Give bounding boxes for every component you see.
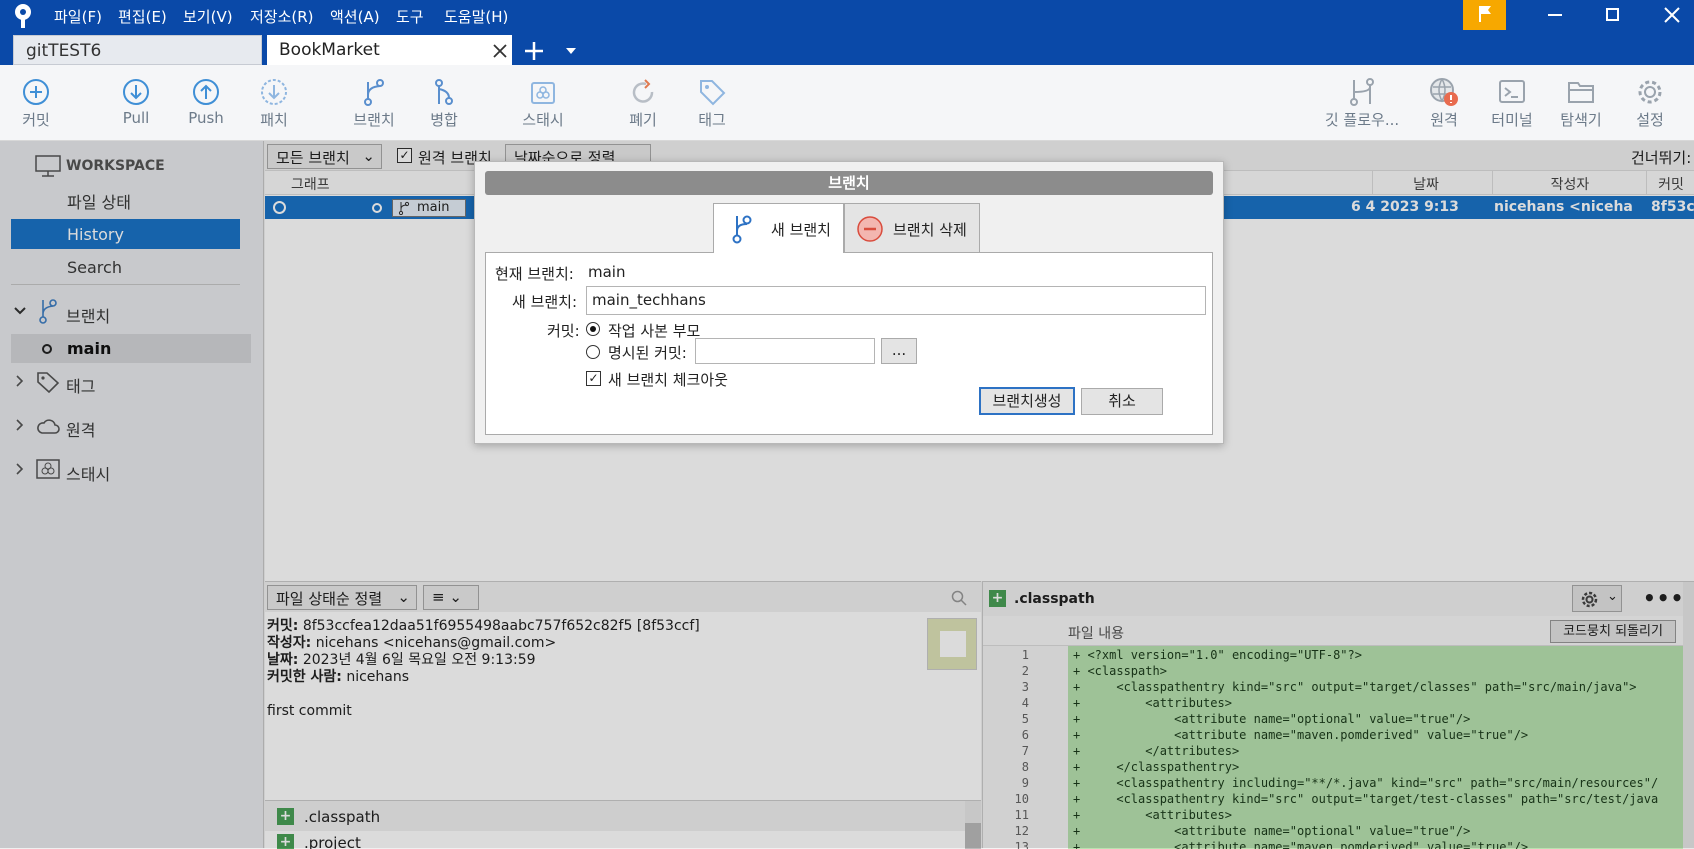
pull-arrow-icon bbox=[123, 79, 149, 105]
toolbar: 커밋 Pull Push 패치 브랜치 병합 스태시 폐기 태그 깃 플로우..… bbox=[0, 65, 1694, 141]
discard-icon bbox=[632, 79, 654, 103]
browse-commit-button[interactable]: ... bbox=[881, 338, 917, 364]
menu-edit[interactable]: 편집(E) bbox=[118, 6, 167, 27]
commit-option-label: 커밋: bbox=[547, 322, 580, 340]
new-branch-label: 새 브랜치: bbox=[512, 293, 578, 311]
settings-button[interactable]: 설정 bbox=[1622, 65, 1678, 141]
merge-icon bbox=[435, 79, 453, 105]
current-branch-value: main bbox=[588, 263, 626, 281]
pull-button[interactable]: Pull bbox=[108, 65, 164, 141]
checkout-new-branch-label: 새 브랜치 체크아웃 bbox=[608, 371, 728, 389]
specified-commit-label: 명시된 커밋: bbox=[608, 344, 687, 362]
tab-label: BookMarket bbox=[279, 40, 380, 60]
new-tab-icon[interactable] bbox=[524, 41, 544, 61]
menu-repository[interactable]: 저장소(R) bbox=[250, 6, 314, 27]
create-branch-button[interactable]: 브랜치생성 bbox=[979, 387, 1075, 415]
tab-delete-branch[interactable]: 브랜치 삭제 bbox=[844, 203, 980, 253]
push-button[interactable]: Push bbox=[178, 65, 234, 141]
stash-button[interactable]: 스태시 bbox=[515, 65, 571, 141]
close-window-button[interactable] bbox=[1664, 7, 1680, 23]
gear-icon bbox=[1638, 80, 1662, 104]
git-flow-icon bbox=[1350, 78, 1374, 106]
tab-gittest6[interactable]: gitTEST6 bbox=[13, 35, 262, 65]
sourcetree-logo-icon bbox=[12, 3, 34, 29]
terminal-icon bbox=[1499, 80, 1525, 103]
specified-commit-radio[interactable] bbox=[586, 345, 600, 359]
plus-circle-icon bbox=[23, 79, 49, 105]
merge-button[interactable]: 병합 bbox=[416, 65, 472, 141]
cancel-button[interactable]: 취소 bbox=[1081, 388, 1163, 415]
remote-button[interactable]: 원격 bbox=[1416, 65, 1472, 141]
tab-new-branch[interactable]: 새 브랜치 bbox=[713, 203, 844, 253]
branch-button[interactable]: 브랜치 bbox=[346, 65, 402, 141]
push-arrow-icon bbox=[193, 79, 219, 105]
tab-bookmarket[interactable]: BookMarket bbox=[267, 35, 512, 65]
tab-label: 브랜치 삭제 bbox=[893, 221, 967, 239]
branch-dialog: 브랜치 새 브랜치 브랜치 삭제 현재 브랜치: main 새 브랜치: mai… bbox=[474, 161, 1224, 444]
current-branch-label: 현재 브랜치: bbox=[495, 265, 574, 283]
commit-button[interactable]: 커밋 bbox=[8, 65, 64, 141]
tab-list-dropdown-icon[interactable] bbox=[565, 47, 577, 55]
patch-button[interactable]: 패치 bbox=[246, 65, 302, 141]
globe-icon bbox=[1430, 78, 1458, 106]
specified-commit-input[interactable] bbox=[695, 338, 875, 364]
tab-label: 새 브랜치 bbox=[771, 221, 831, 239]
new-branch-input[interactable]: main_techhans bbox=[586, 286, 1206, 315]
menu-actions[interactable]: 액션(A) bbox=[330, 6, 380, 27]
menu-help[interactable]: 도움말(H) bbox=[444, 6, 508, 27]
checkout-new-branch-checkbox[interactable]: ✓ bbox=[586, 371, 601, 386]
maximize-button[interactable] bbox=[1606, 8, 1619, 21]
dialog-body: 현재 브랜치: main 새 브랜치: main_techhans 커밋: 작업… bbox=[485, 252, 1213, 435]
explorer-button[interactable]: 탐색기 bbox=[1553, 65, 1609, 141]
close-tab-icon[interactable] bbox=[493, 44, 507, 58]
branch-icon bbox=[364, 79, 384, 106]
discard-button[interactable]: 폐기 bbox=[615, 65, 671, 141]
title-bar: 파일(F) 편집(E) 보기(V) 저장소(R) 액션(A) 도구 도움말(H)… bbox=[0, 0, 1694, 65]
menu-file[interactable]: 파일(F) bbox=[54, 6, 102, 27]
terminal-button[interactable]: 터미널 bbox=[1484, 65, 1540, 141]
folder-icon bbox=[1568, 82, 1594, 103]
dialog-title: 브랜치 bbox=[485, 171, 1213, 195]
flag-button[interactable] bbox=[1463, 0, 1506, 30]
working-copy-parent-radio[interactable] bbox=[586, 322, 600, 336]
remove-circle-icon bbox=[857, 216, 883, 242]
branch-icon bbox=[732, 215, 752, 244]
stash-icon bbox=[531, 82, 555, 104]
menu-tools[interactable]: 도구 bbox=[396, 6, 424, 27]
menu-view[interactable]: 보기(V) bbox=[183, 6, 233, 27]
tag-icon bbox=[700, 80, 726, 106]
flag-icon bbox=[1479, 6, 1491, 22]
git-flow-button[interactable]: 깃 플로우... bbox=[1320, 65, 1404, 141]
tag-button[interactable]: 태그 bbox=[684, 65, 740, 141]
patch-icon bbox=[261, 79, 287, 105]
working-copy-parent-label: 작업 사본 부모 bbox=[608, 322, 701, 340]
minimize-button[interactable] bbox=[1548, 14, 1562, 16]
